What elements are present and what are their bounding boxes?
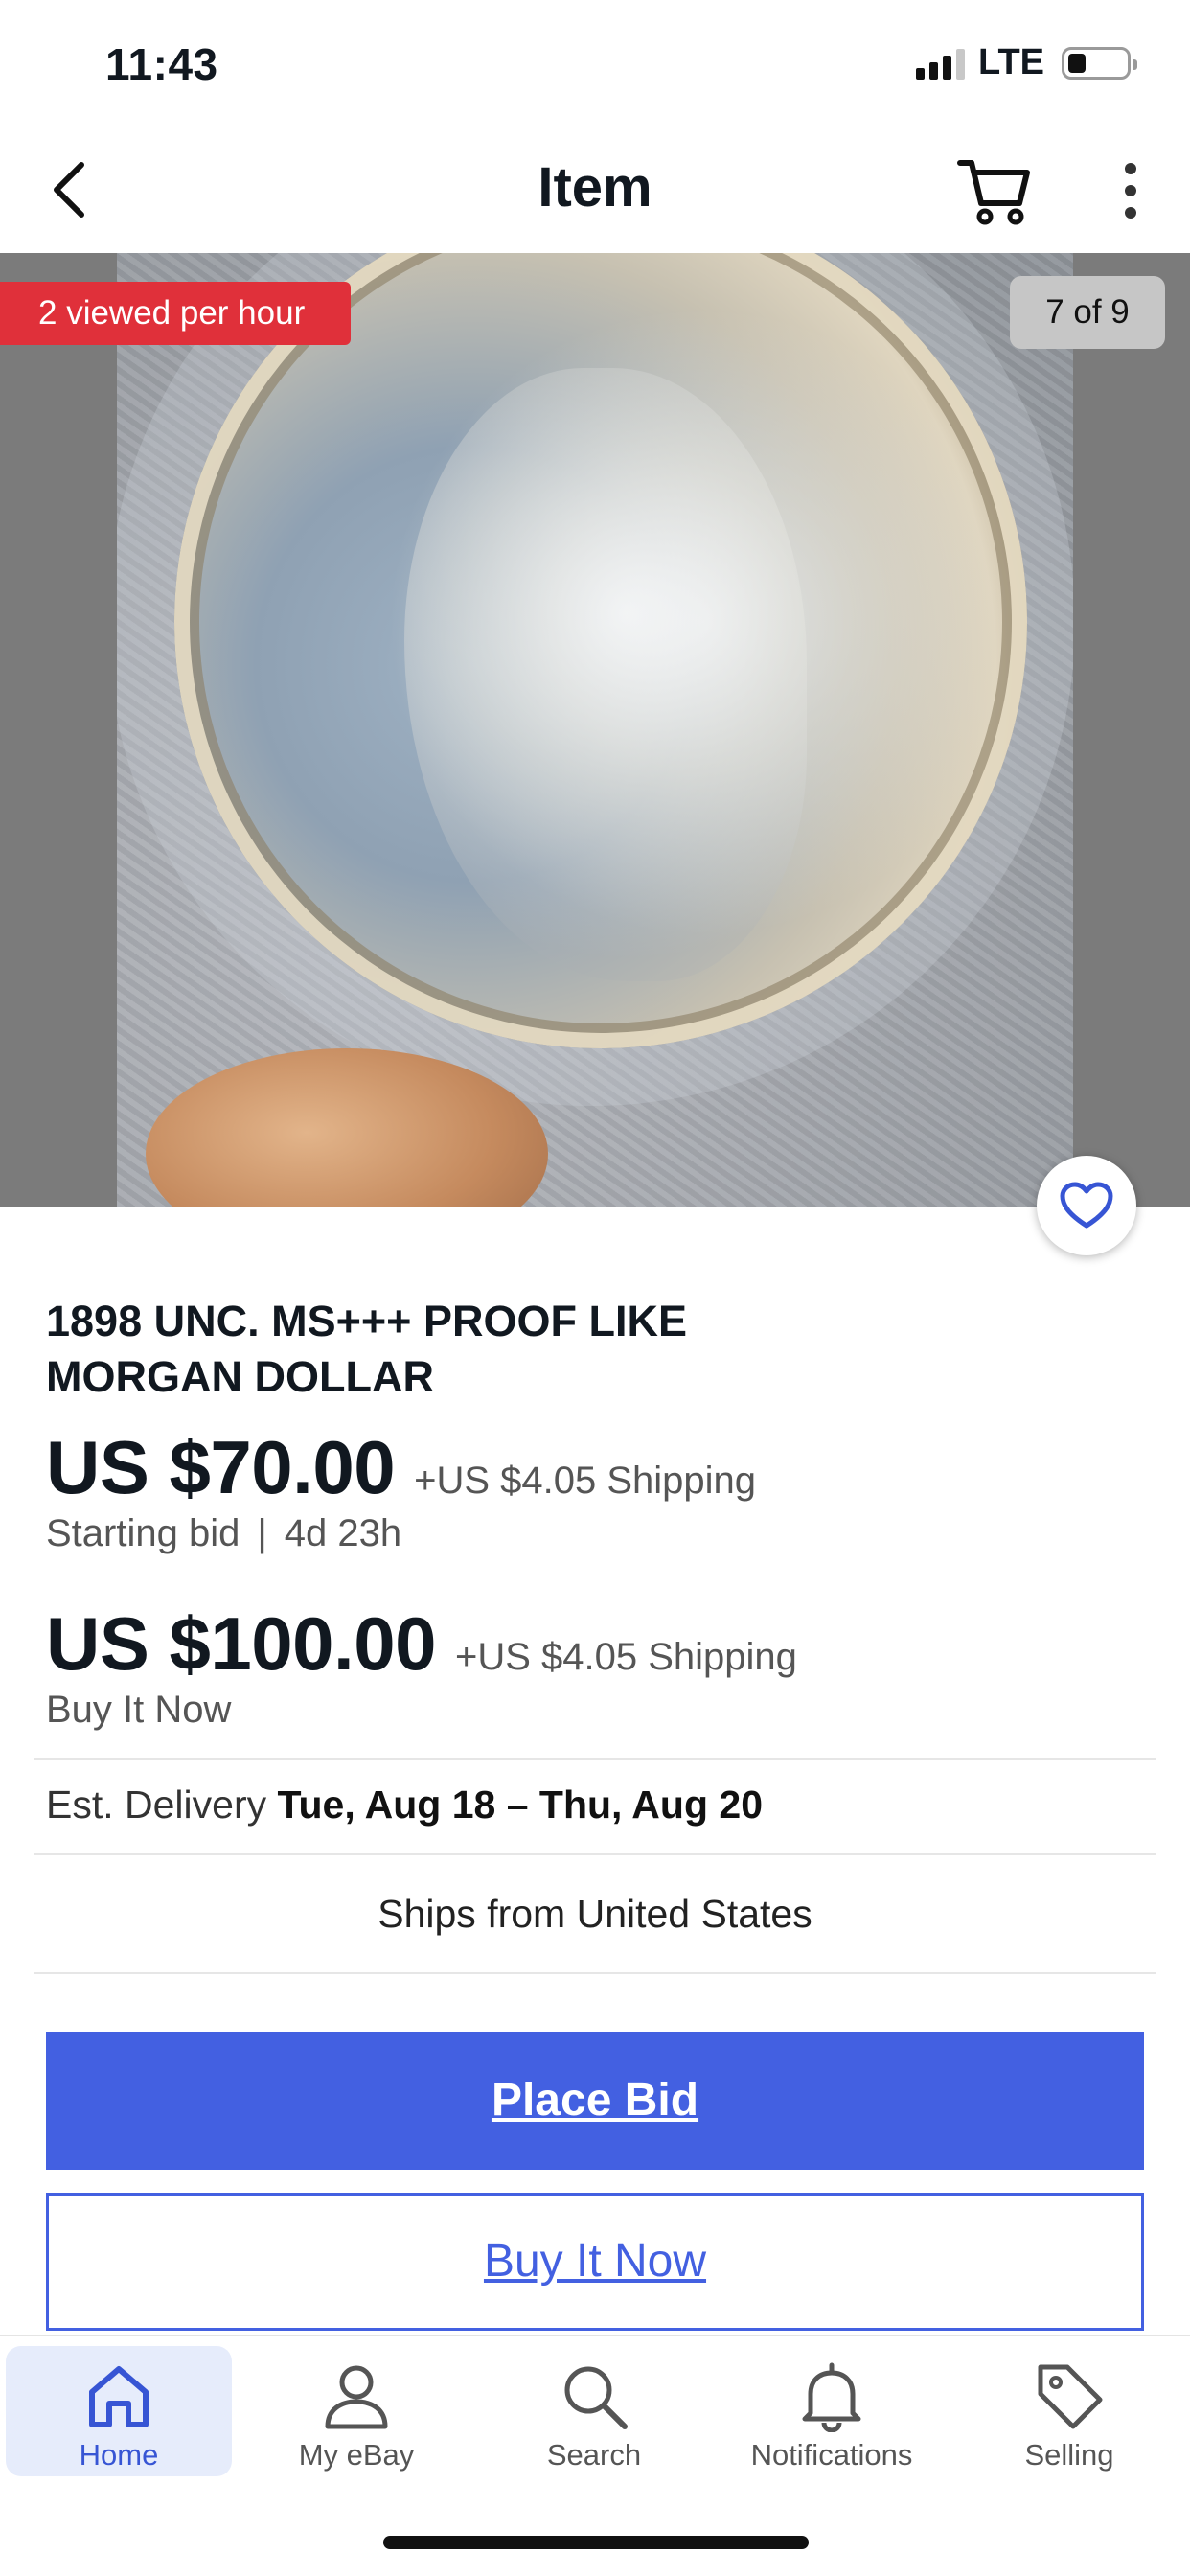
place-bid-button[interactable]: Place Bid <box>46 2032 1144 2170</box>
bin-shipping: +US $4.05 Shipping <box>454 1636 797 1678</box>
tab-label: Home <box>79 2438 159 2472</box>
tab-notifications[interactable]: Notifications <box>719 2346 945 2476</box>
tag-icon <box>1038 2364 1103 2429</box>
item-title-line1: 1898 UNC. MS+++ PROOF LIKE <box>46 1297 687 1346</box>
nav-bar: Item <box>0 125 1190 253</box>
search-icon <box>564 2366 628 2429</box>
cart-button[interactable] <box>956 151 1033 228</box>
bell-icon <box>802 2362 861 2432</box>
battery-icon <box>1062 46 1137 80</box>
coin-photo <box>117 253 1073 1208</box>
bid-shipping: +US $4.05 Shipping <box>414 1460 757 1502</box>
network-label: LTE <box>978 42 1044 82</box>
delivery-label: Est. Delivery <box>46 1782 267 1827</box>
tab-my-ebay[interactable]: My eBay <box>243 2346 469 2476</box>
buy-it-now-button[interactable]: Buy It Now <box>46 2193 1144 2331</box>
photo-counter: 7 of 9 <box>1010 276 1165 349</box>
delivery-dates: Tue, Aug 18 – Thu, Aug 20 <box>277 1782 763 1827</box>
bid-price-row: US $70.00 +US $4.05 Shipping <box>46 1424 756 1511</box>
bid-separator: | <box>257 1512 267 1554</box>
ships-from: Ships from United States <box>378 1892 812 1936</box>
bin-label: Buy It Now <box>46 1689 232 1731</box>
person-icon <box>325 2365 388 2429</box>
divider <box>34 1853 1156 1855</box>
divider <box>34 1972 1156 1974</box>
tab-home[interactable]: Home <box>6 2346 232 2476</box>
item-image-carousel[interactable] <box>0 253 1190 1208</box>
more-vertical-icon <box>1125 163 1136 218</box>
tab-selling[interactable]: Selling <box>956 2346 1182 2476</box>
tab-search[interactable]: Search <box>481 2346 707 2476</box>
status-indicators: LTE <box>916 42 1137 83</box>
item-title-line2: MORGAN DOLLAR <box>46 1352 434 1401</box>
cart-icon <box>957 160 1030 225</box>
status-bar: 11:43 LTE <box>0 0 1190 125</box>
home-indicator <box>383 2536 809 2549</box>
signal-icon <box>916 47 966 80</box>
heart-icon <box>1060 1182 1113 1229</box>
more-options-button[interactable] <box>1111 159 1150 222</box>
tab-label: Notifications <box>750 2438 913 2472</box>
tab-label: Selling <box>1024 2438 1114 2472</box>
bin-price-row: US $100.00 +US $4.05 Shipping <box>46 1600 797 1688</box>
item-title: 1898 UNC. MS+++ PROOF LIKE MORGAN DOLLAR <box>46 1294 908 1405</box>
tab-label: My eBay <box>298 2438 415 2472</box>
bid-price: US $70.00 <box>46 1425 396 1509</box>
bid-info: Starting bid | 4d 23h <box>46 1512 401 1555</box>
watch-button[interactable] <box>1037 1156 1136 1255</box>
status-time: 11:43 <box>105 39 218 89</box>
tab-label: Search <box>546 2438 642 2472</box>
bid-label: Starting bid <box>46 1512 240 1554</box>
home-icon <box>89 2366 149 2427</box>
views-badge: 2 viewed per hour <box>0 282 352 345</box>
divider <box>34 1758 1156 1760</box>
est-delivery: Est. Delivery Tue, Aug 18 – Thu, Aug 20 <box>46 1782 763 1828</box>
time-left: 4d 23h <box>284 1512 402 1554</box>
bin-price: US $100.00 <box>46 1601 436 1686</box>
